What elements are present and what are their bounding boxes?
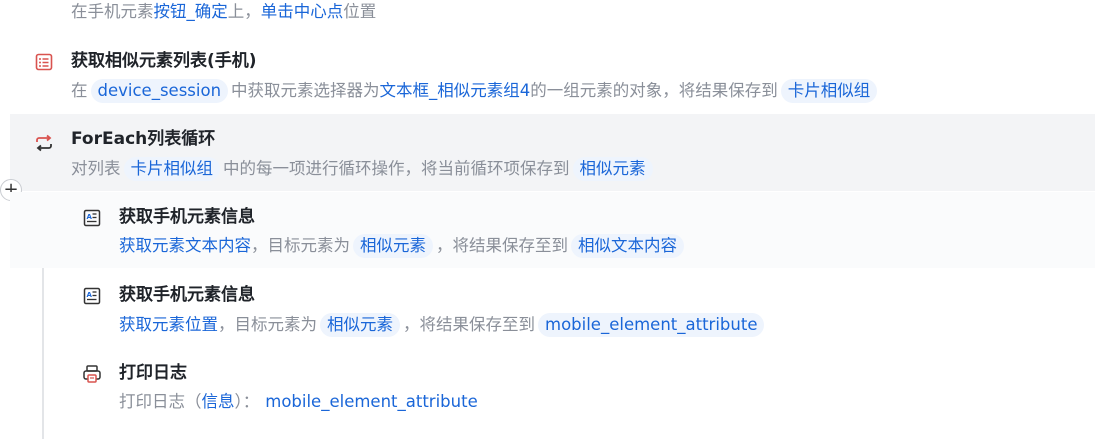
variable-chip-similar-element[interactable]: 相似元素	[320, 313, 400, 337]
step-description: 在 device_session 中获取元素选择器为 文本框_相似元素组4 的一…	[71, 79, 880, 103]
step-description: 在手机元素 按钮_确定 上， 单击中心点 位置	[71, 0, 376, 24]
element-info-icon: A	[83, 209, 101, 227]
desc-text: 上，	[227, 2, 261, 21]
variable-chip-card-group[interactable]: 卡片相似组	[780, 79, 878, 103]
step-print-log[interactable]: 打印日志 打印日志（ 信息 ）： mobile_element_attribut…	[10, 348, 1095, 424]
loop-icon	[36, 134, 52, 152]
desc-link-info-type[interactable]: 获取元素文本内容	[119, 234, 251, 258]
step-get-similar-elements[interactable]: 获取相似元素列表(手机) 在 device_session 中获取元素选择器为 …	[0, 40, 1095, 112]
desc-text: ，将结果保存至到	[436, 236, 568, 255]
desc-link-info-type[interactable]: 获取元素位置	[119, 313, 218, 337]
svg-text:A: A	[87, 213, 93, 221]
step-foreach-loop[interactable]: ForEach列表循环 对列表 卡片相似组 中的每一项进行循环操作，将当前循环项…	[10, 114, 1095, 191]
desc-link-log-level[interactable]: 信息	[202, 390, 235, 414]
step-title: ForEach列表循环	[71, 129, 216, 149]
desc-text: 的一组元素的对象，将结果保存到	[530, 81, 778, 100]
desc-text: 中获取元素选择器为	[231, 81, 380, 100]
step-title: 获取手机元素信息	[119, 285, 255, 305]
variable-chip-card-group[interactable]: 卡片相似组	[123, 157, 220, 181]
variable-chip-similar-text[interactable]: 相似文本内容	[571, 234, 684, 258]
step-description: 对列表 卡片相似组 中的每一项进行循环操作，将当前循环项保存到 相似元素	[71, 157, 656, 181]
desc-link-selector[interactable]: 文本框_相似元素组4	[380, 79, 531, 103]
variable-chip-similar-element[interactable]: 相似元素	[353, 234, 433, 258]
desc-text: ，目标元素为	[218, 315, 317, 334]
variable-chip-mobile-element-attribute[interactable]: mobile_element_attribute	[538, 313, 765, 337]
step-description: 获取元素位置 ，目标元素为 相似元素 ，将结果保存至到 mobile_eleme…	[119, 313, 767, 337]
step-description: 打印日志（ 信息 ）： mobile_element_attribute	[119, 390, 478, 414]
desc-text: ）：	[234, 392, 260, 411]
desc-text: 在	[71, 81, 88, 100]
desc-link-click-position[interactable]: 单击中心点	[261, 0, 344, 24]
desc-text: 位置	[343, 2, 377, 21]
printer-icon	[83, 365, 101, 383]
step-title: 获取手机元素信息	[119, 207, 255, 227]
step-description: 获取元素文本内容 ，目标元素为 相似元素 ，将结果保存至到 相似文本内容	[119, 234, 687, 258]
desc-link-element[interactable]: 按钮_确定	[154, 0, 228, 24]
desc-text: ，将结果保存至到	[403, 315, 535, 334]
desc-text: ，目标元素为	[251, 236, 350, 255]
svg-text:A: A	[87, 291, 93, 299]
list-icon	[35, 53, 53, 71]
desc-text: 中的每一项进行循环操作，将当前循环项保存到	[223, 159, 570, 178]
step-get-element-info-position[interactable]: A 获取手机元素信息 获取元素位置 ，目标元素为 相似元素 ，将结果保存至到 m…	[10, 270, 1095, 346]
step-title: 获取相似元素列表(手机)	[71, 51, 257, 71]
variable-chip-similar-element[interactable]: 相似元素	[572, 157, 653, 181]
desc-text: 在手机元素	[71, 2, 154, 21]
element-info-icon: A	[83, 287, 101, 305]
step-click-element[interactable]: 在手机元素 按钮_确定 上， 单击中心点 位置	[0, 0, 1095, 36]
variable-chip-device-session[interactable]: device_session	[90, 79, 229, 103]
desc-text: 打印日志（	[119, 392, 202, 411]
desc-text: 对列表	[71, 159, 121, 178]
desc-link-mobile-element-attribute[interactable]: mobile_element_attribute	[265, 390, 477, 414]
step-title: 打印日志	[119, 363, 187, 383]
flow-editor: 在手机元素 按钮_确定 上， 单击中心点 位置 获取相似元素列表(手机) 在 d…	[0, 0, 1095, 439]
step-get-element-info-text[interactable]: A 获取手机元素信息 获取元素文本内容 ，目标元素为 相似元素 ，将结果保存至到…	[10, 192, 1095, 268]
